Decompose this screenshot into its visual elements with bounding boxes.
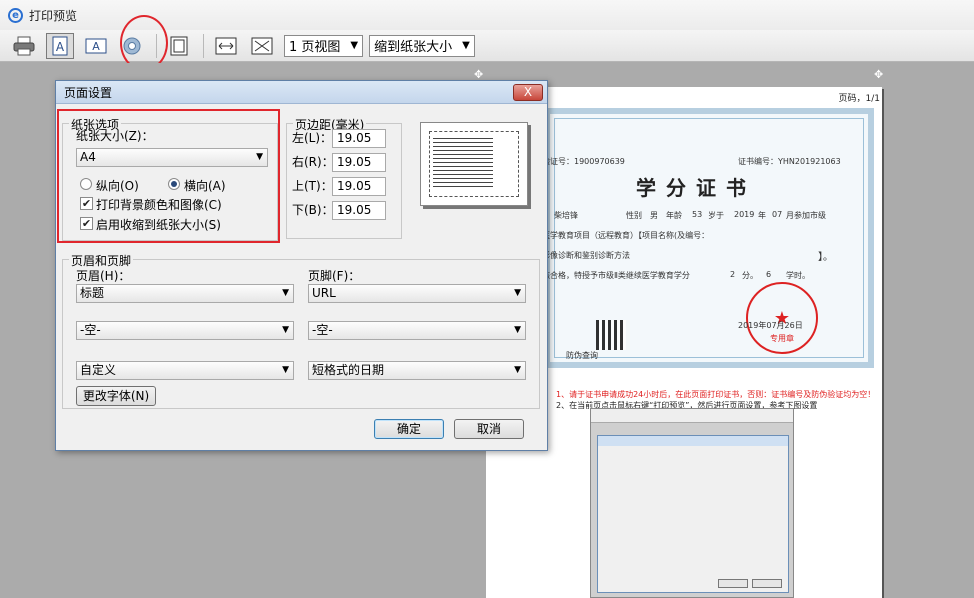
cert-gender: 男: [650, 211, 658, 220]
footer-select-2-value: -空-: [312, 323, 333, 337]
cert-hours: 6: [766, 270, 772, 279]
margin-right-label: 右(R)：: [292, 155, 334, 169]
page-preview-thumbnail: [420, 122, 528, 206]
cert-line2: 医学教育项目（远程教育）【项目名称(及编号：: [542, 231, 710, 240]
cert-year: 2019: [734, 210, 755, 219]
header-select-2[interactable]: -空- ▼: [76, 321, 294, 340]
svg-text:A: A: [56, 40, 65, 54]
header-select-3-value: 自定义: [80, 363, 117, 377]
change-font-button[interactable]: 更改字体(N): [76, 386, 156, 406]
mini-cancel-button: [752, 579, 782, 588]
cert-serial-left: 验证号：1900970639: [542, 157, 625, 166]
footer-label: 页脚(F)：: [308, 269, 361, 283]
cert-line3: 影像诊断和鉴别诊断方法: [542, 251, 630, 260]
certificate-image: 验证号：1900970639 证书编号：YHN201921063 学分证书 柴培…: [542, 108, 874, 368]
cert-date: 2019年07月26日: [738, 321, 803, 330]
full-page-button[interactable]: [248, 33, 276, 59]
seal-text: 专用章: [770, 334, 794, 343]
margin-top-input[interactable]: 19.05: [332, 177, 386, 196]
header-select-1[interactable]: 标题 ▼: [76, 284, 294, 303]
page-frame-icon: [170, 36, 188, 55]
chevron-down-icon: ▼: [282, 288, 289, 298]
window-title: 打印预览: [29, 8, 78, 23]
shrink-select[interactable]: 缩到纸张大小 ▼: [369, 34, 475, 57]
close-icon: X: [523, 85, 533, 99]
cert-name: 柴培锋: [554, 211, 578, 220]
chevron-down-icon: ▼: [282, 325, 289, 335]
print-button[interactable]: [10, 33, 38, 59]
cert-line3-end: 】。: [818, 252, 833, 263]
chevron-down-icon: ▼: [514, 288, 521, 298]
portrait-page-icon: A: [52, 36, 68, 55]
chevron-down-icon: ▼: [462, 40, 470, 51]
instruction-note-1: 1、请于证书申请成功24小时后，在此页面打印证书，否则：证书编号及防伪验证均为空…: [556, 390, 876, 399]
full-width-button[interactable]: [212, 33, 240, 59]
ie-icon: e: [8, 7, 23, 23]
header-select-2-value: -空-: [80, 323, 101, 337]
page-number: 页码，1/1: [838, 94, 881, 104]
cert-age-label: 年龄: [666, 211, 682, 220]
portrait-button[interactable]: A: [46, 32, 74, 59]
dialog-title: 页面设置: [64, 85, 113, 100]
cert-year-unit: 年: [758, 211, 766, 220]
margin-bottom-input[interactable]: 19.05: [332, 201, 386, 220]
cert-credit-unit: 分。: [742, 271, 758, 280]
text-lines-graphic: [433, 135, 493, 190]
fit-page-icon: [251, 37, 273, 54]
footer-select-1[interactable]: URL ▼: [308, 284, 526, 303]
chevron-down-icon: ▼: [350, 40, 359, 51]
margin-bottom-label: 下(B)：: [292, 203, 334, 217]
view-select-value: 1 页视图: [289, 40, 341, 55]
margin-top-label: 上(T)：: [292, 179, 333, 193]
shrink-select-value: 缩到纸张大小: [374, 40, 453, 55]
footer-select-2[interactable]: -空- ▼: [308, 321, 526, 340]
cert-serial-right: 证书编号：YHN201921063: [738, 157, 841, 166]
cert-title: 学分证书: [636, 176, 756, 200]
cert-line4: 核合格，特授予市级Ⅱ类继续医学教育学分: [542, 271, 690, 280]
header-footer-button[interactable]: [165, 33, 193, 59]
landscape-page-icon: A: [85, 38, 107, 53]
cancel-button[interactable]: 取消: [454, 419, 524, 439]
chevron-down-icon: ▼: [514, 325, 521, 335]
margin-left-input[interactable]: 19.05: [332, 129, 386, 148]
dialog-titlebar: 页面设置: [56, 81, 547, 104]
margin-handle-icon[interactable]: ✥: [874, 68, 883, 81]
margin-left-label: 左(L)：: [292, 131, 333, 145]
footer-select-1-value: URL: [312, 286, 336, 300]
header-label: 页眉(H)：: [76, 269, 131, 283]
fit-width-icon: [215, 37, 237, 54]
mini-ok-button: [718, 579, 748, 588]
red-seal-image: ★ 专用章: [746, 282, 818, 354]
cert-month: 07: [772, 210, 783, 219]
margin-right-input[interactable]: 19.05: [332, 153, 386, 172]
landscape-button[interactable]: A: [82, 33, 110, 59]
mini-dialog-title: [598, 436, 788, 446]
chevron-down-icon: ▼: [282, 365, 289, 375]
footer-select-3[interactable]: 短格式的日期 ▼: [308, 361, 526, 380]
toolbar-separator: [203, 33, 204, 58]
highlight-rectangle: [57, 109, 280, 243]
mini-dialog: [597, 435, 789, 593]
svg-text:A: A: [92, 40, 100, 53]
cert-month-text: 月参加市级: [786, 211, 826, 220]
printer-icon: [13, 36, 35, 55]
qr-code-image: [596, 320, 626, 350]
footer-select-3-value: 短格式的日期: [312, 363, 385, 377]
ok-button[interactable]: 确定: [374, 419, 444, 439]
header-select-3[interactable]: 自定义 ▼: [76, 361, 294, 380]
instruction-screenshot-image: [590, 408, 794, 598]
cert-year-label: 岁于: [708, 211, 724, 220]
dialog-close-button[interactable]: X: [513, 84, 543, 101]
view-select[interactable]: 1 页视图 ▼: [284, 34, 364, 57]
header-select-1-value: 标题: [80, 286, 105, 300]
mini-toolbar: [591, 409, 793, 423]
cert-query: 防伪查询: [566, 351, 598, 360]
chevron-down-icon: ▼: [514, 365, 521, 375]
cert-gender-label: 性别: [626, 211, 642, 220]
cert-hours-unit: 学时。: [786, 271, 810, 280]
cert-age: 53: [692, 210, 703, 219]
cert-credit: 2: [730, 270, 736, 279]
